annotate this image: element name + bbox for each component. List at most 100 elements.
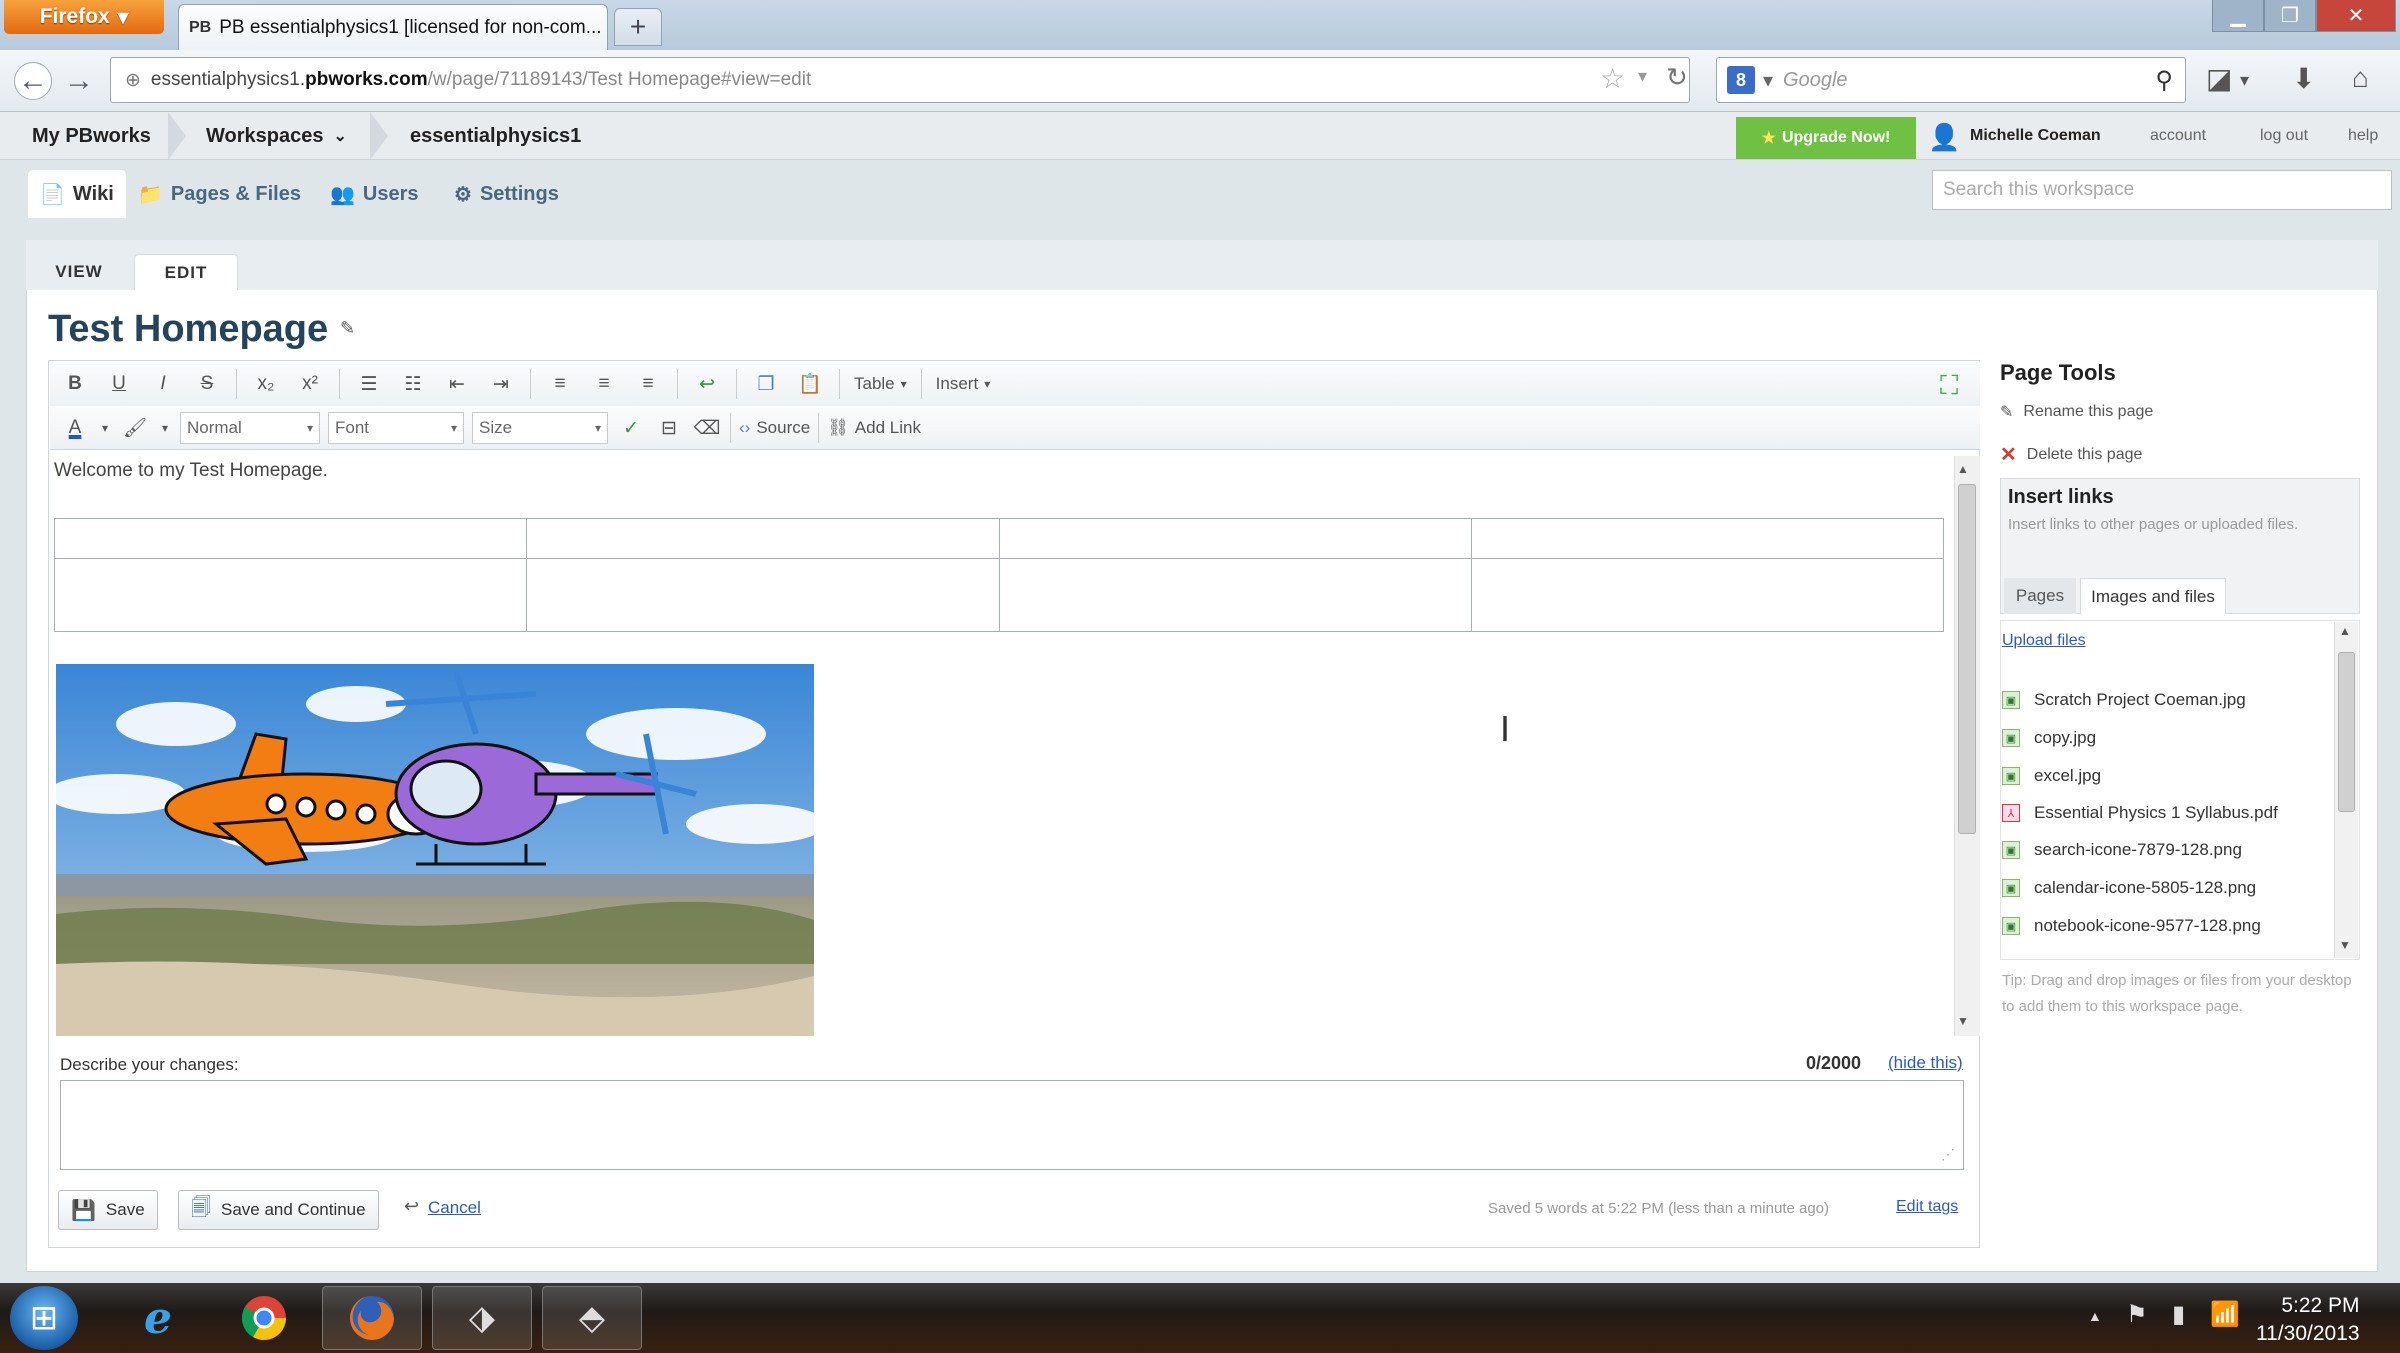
add-link-button[interactable]: ⛓ Add Link [827,411,921,445]
format-select[interactable]: Normal ▾ [180,412,320,444]
edit-tags-link[interactable]: Edit tags [1896,1198,1958,1216]
list-item[interactable]: ⅄ Essential Physics 1 Syllabus.pdf [2002,803,2278,823]
scroll-down-arrow-icon[interactable]: ▼ [1957,1014,1969,1028]
save-and-continue-button[interactable]: 🗐 Save and Continue [178,1190,379,1230]
search-engine-dropdown-icon[interactable]: ▾ [1763,68,1773,93]
scrollbar-thumb[interactable] [2338,652,2355,812]
system-clock[interactable]: 5:22 PM 11/30/2013 [2256,1292,2360,1348]
hide-this-link[interactable]: (hide this) [1888,1053,1963,1073]
user-name[interactable]: Michelle Coeman [1970,112,2101,160]
text-color-dropdown-icon[interactable]: ▾ [98,411,112,445]
table-cell[interactable] [1470,558,1945,632]
action-center-flag-icon[interactable]: ⚑ [2126,1300,2148,1329]
tab-pages-files[interactable]: 📁 Pages & Files [126,170,313,218]
eraser-icon[interactable]: ⌫ [692,411,722,445]
upload-files-link[interactable]: Upload files [2002,632,2086,650]
delete-page-link[interactable]: ✕ Delete this page [2000,442,2142,467]
scrollbar-thumb[interactable] [1958,484,1976,834]
list-item[interactable]: ▣ excel.jpg [2002,766,2101,786]
show-hidden-icons-icon[interactable]: ▲ [2088,1308,2102,1324]
numbered-list-icon[interactable]: ☷ [398,367,428,401]
home-icon[interactable]: ⌂ [2352,62,2369,94]
embedded-image-airplane-helicopter[interactable] [56,664,814,1036]
align-center-icon[interactable]: ≡ [589,367,619,401]
text-color-icon[interactable]: A [60,411,90,445]
file-list-scrollbar[interactable]: ▲ ▼ [2334,622,2358,958]
rename-title-icon[interactable]: ✎ [340,318,355,339]
account-link[interactable]: account [2150,112,2206,160]
underline-icon[interactable]: U [104,367,134,401]
save-button[interactable]: 💾 Save [58,1190,158,1230]
table-cell[interactable] [53,518,528,559]
describe-changes-input[interactable]: ⋰ [60,1080,1964,1170]
scroll-down-arrow-icon[interactable]: ▼ [2339,938,2351,952]
table-menu[interactable]: Table ▾ [854,367,907,401]
new-tab-button[interactable]: + [614,8,662,46]
subscript-icon[interactable]: x₂ [251,367,281,401]
table-cell[interactable] [53,558,528,632]
table-cell[interactable] [1470,518,1945,559]
bulleted-list-icon[interactable]: ☰ [354,367,384,401]
app-window-icon-2[interactable]: ⬘ [542,1286,642,1350]
outdent-icon[interactable]: ⇤ [442,367,472,401]
tab-settings[interactable]: ⚙ Settings [442,170,571,218]
my-pbworks-link[interactable]: My PBworks [32,112,151,160]
align-left-icon[interactable]: ≡ [545,367,575,401]
workspace-search-input[interactable]: Search this workspace [1932,170,2392,210]
page-title[interactable]: Test Homepage [48,308,328,351]
forward-arrow-icon[interactable]: → [60,62,98,100]
source-button[interactable]: ‹› Source [739,411,810,445]
resize-grip-icon[interactable]: ⋰ [1941,1146,1955,1163]
view-tab[interactable]: VIEW [38,254,120,290]
indent-icon[interactable]: ⇥ [486,367,516,401]
tab-images-and-files[interactable]: Images and files [2080,578,2226,614]
italic-icon[interactable]: I [148,367,178,401]
url-history-dropdown-icon[interactable]: ▾ [1638,66,1647,87]
browser-tab-active[interactable]: PB PB essentialphysics1 [licensed for no… [178,4,608,50]
internet-explorer-icon[interactable]: e [108,1286,208,1350]
insert-menu[interactable]: Insert ▾ [936,367,991,401]
start-button[interactable]: ⊞ [10,1286,78,1350]
firefox-taskbar-icon[interactable] [322,1286,422,1350]
list-item[interactable]: ▣ notebook-icone-9577-128.png [2002,916,2261,936]
workspace-name-link[interactable]: essentialphysics1 [410,112,581,160]
horizontal-rule-icon[interactable]: ⊟ [654,411,684,445]
content-table[interactable] [53,518,1945,632]
workspaces-menu[interactable]: Workspaces ⌄ [206,112,347,160]
help-link[interactable]: help [2348,112,2378,160]
table-cell[interactable] [526,558,1000,632]
site-identity-icon[interactable]: ⊕ [125,69,141,92]
minimize-button[interactable]: ▁ [2212,0,2264,32]
editor-vertical-scrollbar[interactable]: ▲ ▼ [1954,456,1980,1036]
bookmark-star-icon[interactable]: ☆ [1600,62,1625,95]
list-item[interactable]: ▣ copy.jpg [2002,728,2096,748]
download-arrow-icon[interactable]: ⬇ [2292,62,2315,95]
battery-icon[interactable]: ▮ [2172,1300,2185,1329]
app-window-icon[interactable]: ⬗ [432,1286,532,1350]
welcome-text[interactable]: Welcome to my Test Homepage. [54,460,328,482]
table-cell[interactable] [998,518,1472,559]
restore-button[interactable]: ❐ [2264,0,2316,32]
list-item[interactable]: ▣ Scratch Project Coeman.jpg [2002,690,2246,710]
highlight-color-icon[interactable]: 🖌 [120,411,150,445]
paste-icon[interactable]: 📋 [795,367,825,401]
strikethrough-icon[interactable]: S [192,367,222,401]
logout-link[interactable]: log out [2260,112,2308,160]
cancel-link[interactable]: Cancel [428,1198,481,1218]
upgrade-button[interactable]: ★ Upgrade Now! [1736,117,1916,159]
list-item[interactable]: ▣ search-icone-7879-128.png [2002,840,2242,860]
firefox-menu-button[interactable]: Firefox ▾ [4,0,164,34]
bold-icon[interactable]: B [60,367,90,401]
table-cell[interactable] [998,558,1472,632]
chrome-icon[interactable] [214,1286,314,1350]
font-select[interactable]: Font ▾ [328,412,464,444]
copy-icon[interactable]: ❐ [751,367,781,401]
tab-pages[interactable]: Pages [2004,578,2076,614]
scroll-up-arrow-icon[interactable]: ▲ [2339,624,2351,638]
superscript-icon[interactable]: x² [295,367,325,401]
edit-tab[interactable]: EDIT [134,254,238,290]
back-arrow-icon[interactable]: ← [14,62,52,100]
table-cell[interactable] [526,518,1000,559]
undo-icon[interactable]: ↩ [692,367,722,401]
list-item[interactable]: ▣ calendar-icone-5805-128.png [2002,878,2256,898]
